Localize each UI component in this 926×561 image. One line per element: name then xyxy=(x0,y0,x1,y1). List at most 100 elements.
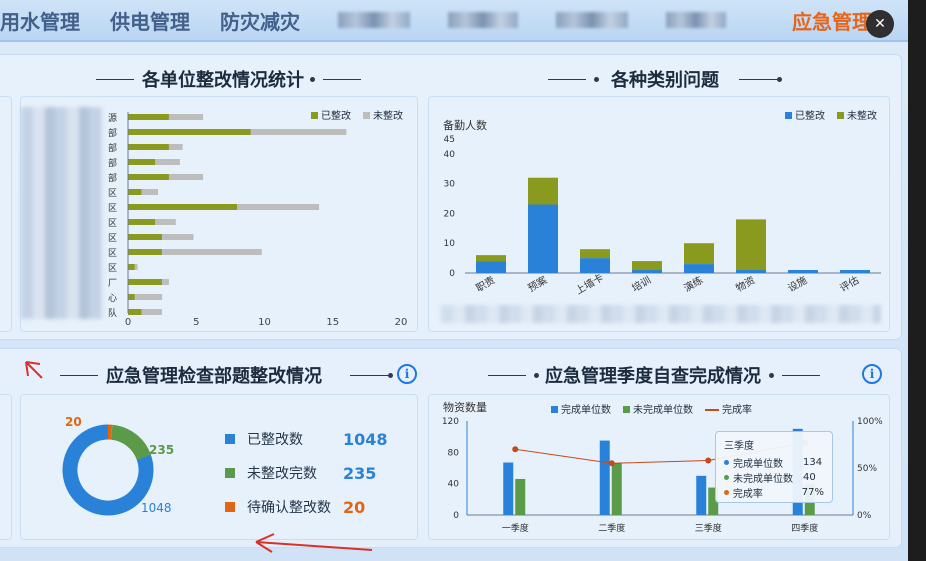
tooltip-row: 完成单位数 134 xyxy=(724,455,824,470)
bar-complete xyxy=(599,440,610,515)
dept-title: 应急管理检查部题整改情况 xyxy=(52,362,393,388)
x-tick-label: 10 xyxy=(258,317,271,328)
bar-not-done xyxy=(250,129,347,135)
x-tick-label: 15 xyxy=(326,317,339,328)
nav-item-emergency[interactable]: 应急管理 xyxy=(792,6,872,35)
stat-value: 235 xyxy=(343,463,377,483)
bar-complete xyxy=(503,462,514,515)
row-label: 区 xyxy=(108,233,117,244)
bar-not-done xyxy=(141,189,159,195)
window-edge xyxy=(908,0,926,561)
stat-row-pending: 待确认整改数 20 xyxy=(225,497,365,517)
nav-item-redacted[interactable] xyxy=(556,12,628,28)
row-label: 源 xyxy=(108,113,117,124)
row-label: 部 xyxy=(108,172,117,184)
nav-item-disaster[interactable]: 防灾减灾 xyxy=(220,6,300,35)
bar-not-done xyxy=(632,261,662,271)
bar-done xyxy=(632,270,662,273)
bar-not-done xyxy=(237,204,320,210)
bar-done xyxy=(128,234,163,240)
y2-tick-label: 100% xyxy=(857,417,883,427)
nav-item-redacted[interactable] xyxy=(338,12,410,28)
not-done-swatch xyxy=(225,468,235,478)
annotation-arrow-icon xyxy=(25,361,43,379)
x-tick-label: 5 xyxy=(193,317,199,328)
x-tick-label: 物资 xyxy=(733,273,757,294)
category-bar-chart: 45 40 30 20 10 0 职责 预案 上墙卡 培训 演练 物资 设施 评估 xyxy=(444,135,881,297)
redacted-footer xyxy=(441,305,881,323)
x-tick-label: 一季度 xyxy=(502,522,529,534)
bar-done xyxy=(736,270,766,273)
y-tick-label: 80 xyxy=(448,448,460,458)
x-tick-label: 设施 xyxy=(785,273,809,294)
bar-done xyxy=(840,270,870,273)
x-tick-label: 演练 xyxy=(681,273,705,294)
donut-label-pending: 20 xyxy=(65,415,82,429)
bar-not-done xyxy=(155,219,176,225)
done-swatch xyxy=(225,434,235,444)
bar-not-done xyxy=(580,249,610,259)
bar-not-done xyxy=(134,294,163,300)
rate-point xyxy=(512,446,519,453)
y2-tick-label: 50% xyxy=(857,464,877,474)
x-tick-label: 20 xyxy=(395,317,408,328)
row-label: 部 xyxy=(108,157,117,169)
bar-done xyxy=(476,261,506,273)
bar-not-done xyxy=(684,243,714,265)
bar-not-done xyxy=(162,234,194,240)
quarter-info-icon[interactable]: i xyxy=(862,364,882,384)
bar-done xyxy=(128,174,169,180)
y-tick-label: 120 xyxy=(442,417,459,427)
row-label: 区 xyxy=(108,203,117,214)
bar-done xyxy=(128,129,251,135)
bar-done xyxy=(128,264,135,270)
bar-not-done xyxy=(155,159,180,165)
bar-not-done xyxy=(168,174,204,180)
x-tick-label: 培训 xyxy=(629,273,653,294)
stat-label: 已整改数 xyxy=(247,432,303,448)
bar-done xyxy=(684,264,714,273)
x-tick-label: 二季度 xyxy=(598,522,625,534)
pending-swatch xyxy=(225,502,235,512)
annotation-arrow-icon xyxy=(255,533,373,553)
bar-done xyxy=(128,279,163,285)
y-tick-label: 10 xyxy=(444,239,456,249)
stat-label: 未整改完数 xyxy=(247,466,317,482)
nav-item-water[interactable]: 用水管理 xyxy=(0,6,80,35)
close-icon[interactable]: ✕ xyxy=(866,10,894,38)
bar-done xyxy=(128,159,156,165)
bar-done xyxy=(128,309,142,315)
dept-panel: 20 235 1048 已整改数 1048 未整改完数 235 待确认整改数 2… xyxy=(20,394,418,540)
stat-value: 20 xyxy=(343,497,366,517)
y2-tick-label: 0% xyxy=(857,511,872,521)
x-tick-label: 0 xyxy=(125,317,131,328)
bar-done xyxy=(128,294,135,300)
category-panel: 已整改 未整改 备勤人数 45 40 30 20 10 0 职责 预案 上墙卡 培训 演练 物资 设施评… xyxy=(428,96,890,332)
bar-done xyxy=(128,249,163,255)
top-nav: 用水管理 供电管理 防灾减灾 应急管理 xyxy=(0,0,908,42)
y-tick-label: 0 xyxy=(449,269,455,279)
dept-info-icon[interactable]: i xyxy=(397,364,417,384)
left-cutoff-panel xyxy=(0,394,12,540)
x-tick-label: 上墙卡 xyxy=(573,271,605,297)
left-cutoff-panel xyxy=(0,96,12,332)
quarter-panel: 物资数量 完成单位数 未完成单位数 完成率 120 80 40 0 100% 50% 0% 一… xyxy=(428,394,890,540)
bar-done xyxy=(528,204,558,273)
x-tick-label: 三季度 xyxy=(695,522,722,534)
bar-incomplete xyxy=(611,463,622,515)
nav-item-power[interactable]: 供电管理 xyxy=(110,6,190,35)
bar-done xyxy=(128,114,169,120)
category-title: 各种类别问题 xyxy=(540,66,782,92)
row-label: 部 xyxy=(108,127,117,139)
bar-done xyxy=(128,204,238,210)
stat-row-not-done: 未整改完数 235 xyxy=(225,463,376,483)
y-tick-label: 0 xyxy=(453,511,459,521)
quarter-title: 应急管理季度自查完成情况 xyxy=(480,362,828,388)
bar-complete xyxy=(696,475,707,515)
bar-done xyxy=(788,270,818,273)
bar-not-done xyxy=(134,264,138,270)
bar-not-done xyxy=(528,177,558,205)
nav-item-redacted[interactable] xyxy=(448,12,518,28)
quarter-tooltip: 三季度 完成单位数 134 未完成单位数 40 完成率 77% xyxy=(715,431,833,503)
nav-item-redacted[interactable] xyxy=(666,12,726,28)
